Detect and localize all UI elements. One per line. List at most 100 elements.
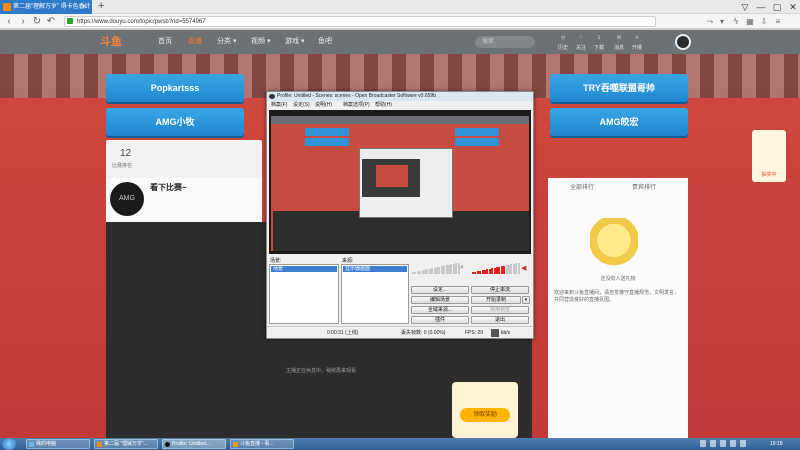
dropdown-icon[interactable]: ▾ <box>716 14 728 29</box>
menu-help-2[interactable]: 帮助(H) <box>375 101 392 109</box>
task-label: 斗鱼直播 - 看... <box>240 441 274 447</box>
obs-title: Profile: Untitled - Scenes: scenes - Ope… <box>277 93 436 99</box>
folder-icon <box>29 442 34 447</box>
nav-live[interactable]: 直播 <box>188 30 202 54</box>
event-button-4[interactable]: AMG皎宏 <box>550 108 688 136</box>
rank-label: 比赛排名 <box>112 163 133 169</box>
task-my-computer[interactable]: 我的电脑 <box>26 439 90 449</box>
close-window-button[interactable]: ✕ <box>786 0 800 14</box>
obs-preview <box>269 110 531 254</box>
follow-label: 关注 <box>575 45 586 51</box>
tray-icon[interactable] <box>700 440 706 447</box>
download-icon[interactable]: ⇩ <box>758 14 770 29</box>
source-item[interactable]: 显示器画面 <box>343 266 407 272</box>
recording-dropdown-icon[interactable]: ▾ <box>522 296 530 304</box>
preview-nested-window <box>359 148 453 218</box>
tab-vip-ranking[interactable]: 贵宾排行 <box>632 182 656 191</box>
claim-reward-button[interactable]: 领取奖励 <box>460 408 510 422</box>
obs-icon <box>165 442 170 447</box>
settings-button[interactable]: 设定... <box>411 286 469 294</box>
history-icon[interactable]: ◷ 历史 <box>556 33 570 51</box>
lottery-float[interactable]: 抽奖中 <box>752 130 786 182</box>
nav-home[interactable]: 首页 <box>158 30 172 54</box>
task-label: Profile: Untitled... <box>172 441 211 447</box>
preview-button <box>305 128 349 136</box>
mascot-label: 还没有人送礼物 <box>600 276 636 282</box>
reload-icon[interactable]: ↻ <box>30 14 44 29</box>
start-button-icon[interactable] <box>2 438 16 450</box>
undo-icon[interactable]: ↶ <box>44 14 58 29</box>
browser-tab-bar: 第二届“理解万岁” 得卡色香计 × + ▽ — ▢ ✕ <box>0 0 800 14</box>
obs-title-bar: Profile: Untitled - Scenes: scenes - Ope… <box>267 92 533 101</box>
event-button-1[interactable]: Popkartsss <box>106 74 244 102</box>
exit-button[interactable]: 退出 <box>471 316 529 324</box>
broadcast-icon[interactable]: ⌾ 开播 <box>630 33 644 51</box>
event-button-3[interactable]: TRY吞噬联盟哥帅 <box>550 74 688 102</box>
menu-profile-options[interactable]: 档案选项(P) <box>343 101 370 109</box>
windows-taskbar: 我的电脑 第二届 “理解万岁”... Profile: Untitled... … <box>0 438 800 450</box>
sources-label: 来源: <box>342 258 354 264</box>
task-douyu[interactable]: 斗鱼直播 - 看... <box>230 439 294 449</box>
forward-icon[interactable]: › <box>16 14 30 29</box>
maximize-button[interactable]: ▢ <box>770 0 784 14</box>
browser-tab[interactable]: 第二届“理解万岁” 得卡色香计 × <box>0 0 92 14</box>
menu-help[interactable]: 说明(H) <box>315 101 332 109</box>
tab-all-ranking[interactable]: 全部排行 <box>570 182 594 191</box>
scene-item[interactable]: 场景 <box>271 266 337 272</box>
tray-icon[interactable] <box>710 440 716 447</box>
message-icon[interactable]: ✉ 消息 <box>612 33 626 51</box>
minimize-button[interactable]: — <box>754 0 768 14</box>
preview-navbar <box>271 116 529 124</box>
download-app-icon[interactable]: ⇩ 下载 <box>592 33 606 51</box>
tab-favicon-icon <box>3 3 11 11</box>
task-obs[interactable]: Profile: Untitled... <box>162 439 226 449</box>
global-sources-button[interactable]: 全域来源... <box>411 306 469 314</box>
user-avatar[interactable] <box>675 34 691 50</box>
preview-capture <box>271 116 529 251</box>
bitrate-indicator-icon <box>491 329 499 337</box>
anchor-avatar[interactable]: AMG <box>110 182 144 216</box>
site-search-input[interactable]: 搜索 <box>475 36 535 48</box>
menu-icon[interactable]: ≡ <box>772 14 784 29</box>
stop-stream-button[interactable]: 停止串流 <box>471 286 529 294</box>
nav-fishbar[interactable]: 鱼吧 <box>318 30 332 54</box>
tray-icon[interactable] <box>720 440 726 447</box>
mic-icon[interactable]: ⌕ <box>460 264 464 272</box>
nav-video[interactable]: 视频 ▾ <box>251 30 270 54</box>
back-icon[interactable]: ‹ <box>2 14 16 29</box>
menu-file[interactable]: 档案(F) <box>271 101 287 109</box>
follow-icon[interactable]: ♡ 关注 <box>574 33 588 51</box>
scenes-label: 场景: <box>270 258 282 264</box>
apps-icon[interactable]: ▦ <box>744 14 756 29</box>
volume-icon[interactable] <box>740 440 746 447</box>
event-button-2[interactable]: AMG小牧 <box>106 108 244 136</box>
menu-settings[interactable]: 设定(S) <box>293 101 310 109</box>
site-navbar: 斗鱼 首页 直播 分类 ▾ 视频 ▾ 游戏 ▾ 鱼吧 搜索 ◷ 历史 ♡ 关注 ⇩ 下… <box>0 30 800 54</box>
obs-status-bar: 0:00:31 (上线) 丢失帧数: 0 (0.00%) FPS: 29 kb/… <box>267 326 533 338</box>
tab-title: 第二届“理解万岁” 得卡色香计 <box>13 4 91 10</box>
sources-list[interactable]: 显示器画面 <box>341 264 409 324</box>
edit-scene-button[interactable]: 编辑场景 <box>411 296 469 304</box>
disable-preview-button[interactable]: 停用预览 <box>471 306 529 314</box>
lightning-icon[interactable]: ϟ <box>730 14 742 29</box>
rank-count: 12 <box>120 148 132 159</box>
bitrate-unit: kb/s <box>501 330 511 336</box>
address-bar[interactable]: https://www.douyu.com/topic/pwsb?rid=557… <box>64 16 656 27</box>
new-tab-button[interactable]: + <box>98 0 104 13</box>
site-logo[interactable]: 斗鱼 <box>100 34 144 50</box>
scenes-list[interactable]: 场景 <box>269 264 339 324</box>
skin-icon[interactable]: ▽ <box>738 0 752 14</box>
speaker-meter-bar <box>517 262 520 274</box>
tray-icon[interactable] <box>730 440 736 447</box>
tab-close-icon[interactable]: × <box>82 0 87 14</box>
obs-window: Profile: Untitled - Scenes: scenes - Ope… <box>266 91 534 339</box>
obs-app-icon <box>269 94 275 99</box>
nav-games[interactable]: 游戏 ▾ <box>285 30 304 54</box>
share-icon[interactable]: ⤳ <box>704 14 716 29</box>
task-browser[interactable]: 第二届 “理解万岁”... <box>94 439 158 449</box>
start-recording-button[interactable]: 开始录制 <box>471 296 521 304</box>
speaker-icon[interactable]: ◀ <box>521 264 526 272</box>
nav-category[interactable]: 分类 ▾ <box>217 30 236 54</box>
plugins-button[interactable]: 插件 <box>411 316 469 324</box>
anchor-card: AMG 看下比赛~ <box>106 178 262 222</box>
